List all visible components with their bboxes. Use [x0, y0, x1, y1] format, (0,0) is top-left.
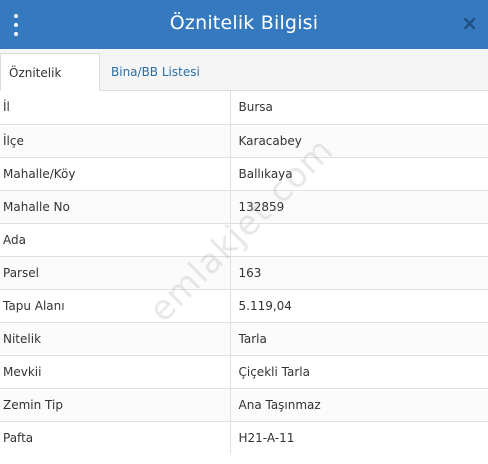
attribute-key: Ada: [0, 222, 231, 256]
attribute-value: 163: [230, 255, 488, 289]
attribute-key: Parsel: [0, 255, 231, 289]
close-icon[interactable]: ×: [461, 11, 478, 35]
attribute-key: Pafta: [0, 420, 231, 454]
attribute-key: Mahalle/Köy: [0, 156, 231, 190]
attribute-table: İl Bursa İlçe Karacabey Mahalle/Köy Ball…: [0, 91, 488, 454]
attribute-key: Tapu Alanı: [0, 288, 231, 322]
attribute-key: Mevkii: [0, 354, 231, 388]
tab-bina-bb-listesi[interactable]: Bina/BB Listesi: [103, 53, 208, 91]
attribute-value: Ana Taşınmaz: [230, 387, 488, 421]
table-row: İlçe Karacabey: [0, 123, 488, 157]
table-row: Pafta H21-A-11: [0, 420, 488, 454]
table-row: Mahalle/Köy Ballıkaya: [0, 156, 488, 190]
table-row: Ada: [0, 222, 488, 256]
table-row: İl Bursa: [0, 91, 488, 124]
dialog-header: Öznitelik Bilgisi ×: [0, 0, 488, 49]
attribute-key: Mahalle No: [0, 189, 231, 223]
attribute-value: 5.119,04: [230, 288, 488, 322]
attribute-key: Zemin Tip: [0, 387, 231, 421]
attribute-value: Karacabey: [230, 123, 488, 157]
table-row: Nitelik Tarla: [0, 321, 488, 355]
tab-bar: Öznitelik Bilgisi Bina/BB Listesi: [0, 49, 488, 118]
attribute-key: Nitelik: [0, 321, 231, 355]
table-row: Parsel 163: [0, 255, 488, 289]
attribute-value: Çiçekli Tarla: [230, 354, 488, 388]
table-row: Zemin Tip Ana Taşınmaz: [0, 387, 488, 421]
attribute-value: [230, 222, 488, 256]
attribute-value: H21-A-11: [230, 420, 488, 454]
attribute-key: İlçe: [0, 123, 231, 157]
table-row: Tapu Alanı 5.119,04: [0, 288, 488, 322]
attribute-value: Ballıkaya: [230, 156, 488, 190]
tab-oznitelik-bilgisi[interactable]: Öznitelik Bilgisi: [0, 53, 100, 118]
attribute-value: Tarla: [230, 321, 488, 355]
table-row: Mahalle No 132859: [0, 189, 488, 223]
attribute-value: Bursa: [230, 91, 488, 124]
attribute-key: İl: [0, 91, 231, 124]
attribute-value: 132859: [230, 189, 488, 223]
table-row: Mevkii Çiçekli Tarla: [0, 354, 488, 388]
dialog-title: Öznitelik Bilgisi: [169, 12, 319, 34]
